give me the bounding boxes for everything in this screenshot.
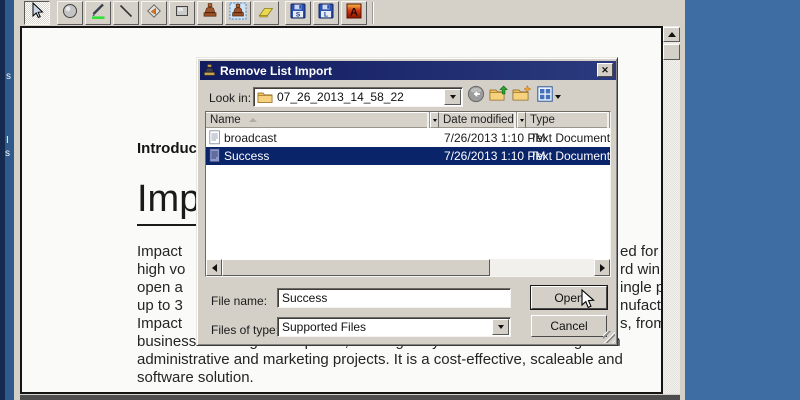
rectangle-icon [173,2,191,25]
mouse-cursor [581,289,596,315]
new-folder-button[interactable] [512,87,532,106]
dialog-title: Remove List Import [220,64,332,78]
look-in-dropdown-button[interactable] [444,89,461,105]
remove-list-import-dialog: Remove List Import ✕ Look in: 07_26_2013… [196,57,618,346]
back-button[interactable] [467,87,485,106]
doc-paragraph-line: software solution. [22,369,661,387]
left-arrow-icon [212,264,217,272]
sort-ascending-icon [249,118,257,122]
close-icon: ✕ [601,65,609,76]
up-arrow-icon [668,32,676,37]
name-filter-button[interactable] [430,112,439,128]
save-l-button[interactable]: L [313,1,339,25]
look-in-value: 07_26_2013_14_58_22 [273,90,404,104]
resize-grip[interactable] [603,331,615,343]
folder-up-icon [489,85,509,108]
date-filter-button[interactable] [517,112,526,128]
pen-icon [89,2,107,25]
line-icon [117,2,135,25]
chevron-down-icon [450,95,456,99]
column-header-date-modified[interactable]: Date modified [439,112,517,128]
svg-text:L: L [324,11,328,18]
cancel-button[interactable]: Cancel [531,315,607,337]
stamp-select-icon [229,2,247,25]
up-one-level-button[interactable] [489,87,509,106]
look-in-combobox[interactable]: 07_26_2013_14_58_22 [253,87,463,107]
scroll-left-button[interactable] [206,259,222,276]
ellipse-tool-button[interactable] [57,1,83,25]
rectangle-tool-button[interactable] [169,1,195,25]
views-grid-icon [537,86,553,107]
svg-text:A: A [350,6,358,18]
dialog-titlebar[interactable]: Remove List Import ✕ [200,61,616,80]
highlighter-icon [257,2,275,25]
file-name-label: File name: [211,294,267,308]
files-of-type-dropdown-button[interactable] [492,319,509,335]
stamp-icon [201,2,219,25]
text-annotation-button[interactable]: A [341,1,367,25]
text-document-icon [209,130,221,148]
toolbar-separator [372,2,374,24]
annotation-toolbar: S L A [14,0,685,26]
document-bottom-edge [20,395,680,400]
cursor-icon [28,2,46,25]
views-menu-button[interactable] [536,87,553,106]
note-arrow-tool-button[interactable] [141,1,167,25]
file-row-success[interactable]: Success 7/26/2013 1:10 PM Text Document [206,147,610,165]
stamp-select-tool-button[interactable] [225,1,251,25]
stamp-app-icon [203,64,216,77]
select-cursor-tool-button[interactable] [24,1,50,25]
scroll-right-button[interactable] [594,259,610,276]
doc-paragraph-line: administrative and marketing projects. I… [22,351,661,369]
look-in-label: Look in: [209,91,251,105]
save-s-button[interactable]: S [285,1,311,25]
close-button[interactable]: ✕ [597,63,613,77]
scrollbar-thumb[interactable] [663,44,680,60]
filter-caret-icon [520,119,524,122]
column-header-name[interactable]: Name [206,112,430,128]
line-tool-button[interactable] [113,1,139,25]
back-icon [467,85,485,108]
document-vertical-scrollbar[interactable] [663,26,680,394]
pen-tool-button[interactable] [85,1,111,25]
text-document-icon-selected [209,148,221,166]
note-arrow-icon [145,2,163,25]
letter-a-icon: A [345,2,363,25]
desktop-left-edge [5,0,14,400]
folder-icon [257,90,273,104]
floppy-s-icon: S [289,2,307,25]
column-header-type[interactable]: Type [526,112,610,128]
chevron-down-icon [555,95,561,99]
desktop-label-fragment: s [5,149,10,159]
svg-text:S: S [296,11,301,18]
floppy-l-icon: L [317,2,335,25]
desktop-label-fragment: I [6,136,9,146]
right-arrow-icon [600,264,605,272]
file-name-value: Success [278,291,327,305]
list-horizontal-scrollbar[interactable] [206,259,610,276]
chevron-down-icon [498,325,504,329]
hscroll-thumb[interactable] [222,259,490,276]
scroll-up-button[interactable] [663,27,680,42]
file-list: Name Date modified Type broadcast 7/26/2… [205,111,611,277]
ellipse-icon [61,2,79,25]
stamp-tool-button[interactable] [197,1,223,25]
filter-caret-icon [433,119,437,122]
new-folder-icon [512,85,532,108]
highlighter-tool-button[interactable] [253,1,279,25]
files-of-type-combobox[interactable]: Supported Files [277,317,511,337]
desktop-label-fragment: s [6,72,11,82]
file-name-input[interactable]: Success [277,288,511,308]
files-of-type-label: Files of type: [211,323,279,337]
files-of-type-value: Supported Files [278,320,366,334]
views-dropdown-button[interactable] [553,87,563,106]
file-row-broadcast[interactable]: broadcast 7/26/2013 1:10 PM Text Documen… [206,129,610,147]
